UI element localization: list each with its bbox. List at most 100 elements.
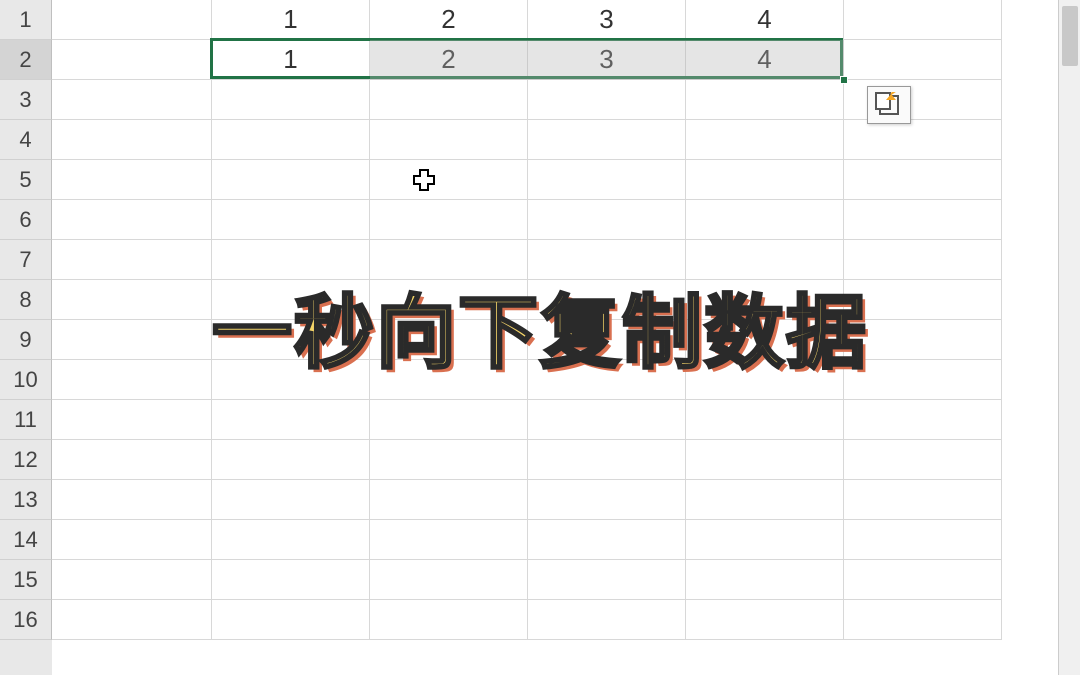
cell[interactable] [212,240,370,280]
cell[interactable] [370,120,528,160]
cell[interactable]: 1 [212,40,370,80]
cell[interactable] [370,480,528,520]
cell[interactable] [528,320,686,360]
cell[interactable] [52,520,212,560]
cell[interactable] [844,320,1002,360]
row-header[interactable]: 2 [0,40,52,80]
row-header[interactable]: 14 [0,520,52,560]
cell[interactable] [844,40,1002,80]
cell[interactable] [686,160,844,200]
cell[interactable] [52,600,212,640]
cell[interactable] [370,80,528,120]
row-header[interactable]: 12 [0,440,52,480]
cell[interactable] [844,240,1002,280]
cell[interactable] [52,360,212,400]
cell[interactable] [370,280,528,320]
cell[interactable] [686,400,844,440]
row-header[interactable]: 1 [0,0,52,40]
cell[interactable] [370,240,528,280]
row-header[interactable]: 8 [0,280,52,320]
row-header[interactable]: 7 [0,240,52,280]
cell[interactable] [528,560,686,600]
cell[interactable] [844,120,1002,160]
cell[interactable] [52,200,212,240]
cell[interactable] [686,600,844,640]
cell[interactable] [370,600,528,640]
cell[interactable] [370,440,528,480]
cell[interactable] [370,160,528,200]
cell[interactable] [528,200,686,240]
cell[interactable] [212,360,370,400]
cell[interactable] [370,560,528,600]
row-header[interactable]: 15 [0,560,52,600]
cell[interactable] [212,600,370,640]
cell[interactable] [528,360,686,400]
cell[interactable] [686,200,844,240]
cell[interactable] [52,320,212,360]
cell[interactable] [212,400,370,440]
cell[interactable] [686,560,844,600]
cell[interactable] [52,400,212,440]
cell[interactable]: 2 [370,0,528,40]
scrollbar-thumb[interactable] [1062,6,1078,66]
cell[interactable] [686,520,844,560]
cell[interactable] [528,440,686,480]
cell[interactable] [370,520,528,560]
cell[interactable] [370,320,528,360]
cell[interactable]: 1 [212,0,370,40]
cell[interactable] [528,120,686,160]
cell[interactable] [686,360,844,400]
cell[interactable] [528,400,686,440]
cell[interactable] [844,280,1002,320]
cell[interactable] [528,520,686,560]
cell[interactable] [844,0,1002,40]
cell[interactable] [212,200,370,240]
cell[interactable] [844,200,1002,240]
cell[interactable] [212,480,370,520]
cell[interactable] [844,400,1002,440]
cell[interactable] [844,600,1002,640]
row-header[interactable]: 4 [0,120,52,160]
cell[interactable] [212,320,370,360]
cell[interactable] [528,480,686,520]
cell[interactable] [686,480,844,520]
cell[interactable]: 4 [686,0,844,40]
cell[interactable] [686,440,844,480]
cell[interactable] [370,360,528,400]
cell[interactable] [528,160,686,200]
cell[interactable] [52,40,212,80]
cell[interactable] [686,80,844,120]
cell[interactable] [686,240,844,280]
row-header[interactable]: 13 [0,480,52,520]
cell[interactable] [212,80,370,120]
cell[interactable] [212,440,370,480]
cell[interactable] [844,520,1002,560]
cell[interactable] [370,400,528,440]
cell[interactable] [212,520,370,560]
cell[interactable] [686,320,844,360]
row-header[interactable]: 6 [0,200,52,240]
cell[interactable] [52,560,212,600]
fill-handle[interactable] [840,76,848,84]
cell[interactable] [212,160,370,200]
cell[interactable] [52,120,212,160]
paste-options-button[interactable] [867,86,911,124]
cell[interactable] [52,160,212,200]
cell[interactable] [686,120,844,160]
cell-grid[interactable]: 12341234 [52,0,1080,675]
cell[interactable] [212,280,370,320]
row-header[interactable]: 5 [0,160,52,200]
row-header[interactable]: 16 [0,600,52,640]
cell[interactable] [844,440,1002,480]
cell[interactable] [844,360,1002,400]
cell[interactable] [686,280,844,320]
row-header[interactable]: 3 [0,80,52,120]
cell[interactable] [52,80,212,120]
cell[interactable] [844,480,1002,520]
cell[interactable] [844,160,1002,200]
cell[interactable]: 3 [528,0,686,40]
cell[interactable] [528,240,686,280]
cell[interactable] [212,560,370,600]
row-header[interactable]: 11 [0,400,52,440]
cell[interactable] [370,200,528,240]
